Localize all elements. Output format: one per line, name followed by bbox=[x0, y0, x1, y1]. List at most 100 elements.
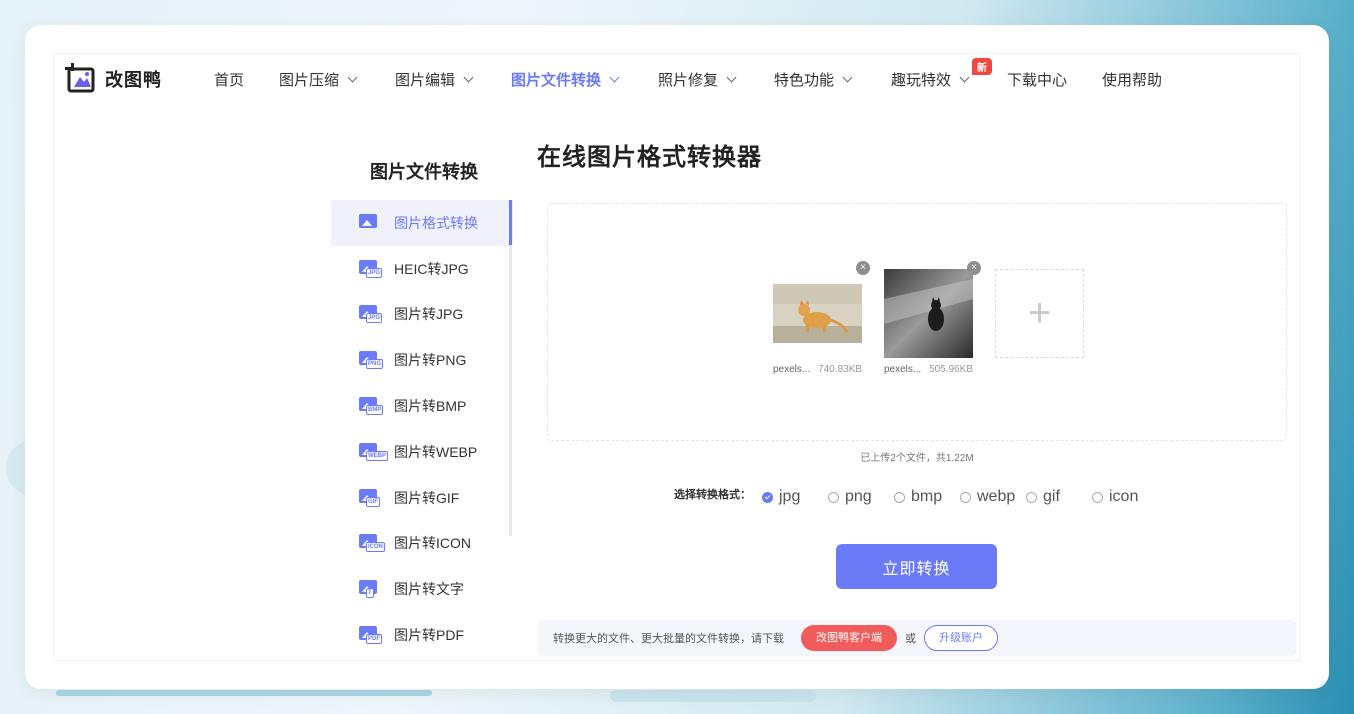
nav-edit[interactable]: 图片编辑 bbox=[395, 69, 474, 90]
sidebar-item-label: 图片格式转换 bbox=[394, 214, 478, 231]
logo-icon bbox=[65, 63, 95, 93]
radio-icon bbox=[894, 491, 905, 503]
sidebar-item-label: 图片转PNG bbox=[394, 352, 467, 369]
format-option-icon[interactable]: icon bbox=[1092, 488, 1138, 506]
sidebar-item-format-convert[interactable]: 图片格式转换 bbox=[331, 200, 513, 246]
nav-download[interactable]: 下载中心 bbox=[1007, 69, 1067, 90]
logo[interactable]: 改图鸭 bbox=[65, 63, 162, 95]
upgrade-account-button[interactable]: 升级账户 bbox=[924, 625, 998, 651]
sidebar-item-label: 图片转WEBP bbox=[394, 443, 478, 460]
image-bmp-icon: BMP bbox=[359, 397, 384, 416]
plus-icon: + bbox=[1027, 291, 1052, 335]
sidebar-item-to-gif[interactable]: GIF 图片转GIF bbox=[331, 475, 513, 521]
nav-label: 首页 bbox=[214, 72, 245, 89]
format-option-label: png bbox=[845, 488, 872, 505]
radio-icon bbox=[828, 491, 839, 503]
nav-label: 图片压缩 bbox=[279, 72, 340, 89]
nav-help[interactable]: 使用帮助 bbox=[1102, 69, 1162, 90]
upsell-bar: 转换更大的文件、更大批量的文件转换，请下载 改图鸭客户端 或 升级账户 bbox=[538, 620, 1296, 656]
chevron-down-icon bbox=[347, 72, 358, 83]
image-gif-icon: GIF bbox=[359, 488, 381, 507]
heic-jpg-icon: JPG bbox=[359, 259, 383, 278]
radio-icon bbox=[1026, 491, 1037, 503]
nav-label: 特色功能 bbox=[774, 72, 835, 89]
sidebar-item-heic-jpg[interactable]: JPG HEIC转JPG bbox=[331, 246, 513, 292]
chevron-down-icon bbox=[609, 72, 620, 83]
file-thumbnail[interactable]: × pexels... 505.96KB bbox=[884, 261, 981, 375]
image-webp-icon: WEBP bbox=[359, 442, 388, 461]
nav-compress[interactable]: 图片压缩 bbox=[279, 69, 358, 90]
background-shape bbox=[610, 690, 816, 702]
file-preview: × bbox=[884, 261, 981, 358]
image-convert-icon bbox=[359, 213, 381, 232]
sidebar-item-label: 图片转ICON bbox=[394, 535, 471, 552]
nav-effects[interactable]: 趣玩特效 bbox=[891, 69, 970, 90]
cat-photo-image bbox=[773, 284, 862, 343]
add-file-button[interactable]: + bbox=[995, 269, 1084, 358]
chevron-down-icon bbox=[726, 72, 737, 83]
sidebar-item-label: 图片转GIF bbox=[394, 489, 460, 506]
radio-checked-icon bbox=[762, 491, 773, 503]
sidebar-item-label: 图片转BMP bbox=[394, 398, 467, 415]
sidebar-item-to-webp[interactable]: WEBP 图片转WEBP bbox=[331, 429, 513, 475]
sidebar-title: 图片文件转换 bbox=[370, 162, 478, 182]
format-option-gif[interactable]: gif bbox=[1026, 488, 1060, 506]
format-selector: 选择转换格式： bbox=[674, 486, 765, 502]
format-option-webp[interactable]: webp bbox=[960, 488, 1015, 506]
sidebar-item-label: 图片转JPG bbox=[394, 306, 464, 323]
image-jpg-icon: JPG bbox=[359, 305, 383, 324]
radio-icon bbox=[960, 491, 971, 503]
download-client-button[interactable]: 改图鸭客户端 bbox=[801, 625, 897, 651]
file-name: pexels... bbox=[884, 364, 922, 375]
file-size: 505.96KB bbox=[929, 364, 973, 375]
sidebar-scrollbar[interactable] bbox=[509, 200, 512, 536]
new-badge: 新 bbox=[972, 58, 992, 75]
brand-name: 改图鸭 bbox=[105, 70, 162, 90]
sidebar-item-to-jpg[interactable]: JPG 图片转JPG bbox=[331, 292, 513, 338]
sidebar-item-to-text[interactable]: T 图片转文字 bbox=[331, 566, 513, 612]
sidebar-item-to-bmp[interactable]: BMP 图片转BMP bbox=[331, 383, 513, 429]
chevron-down-icon bbox=[842, 72, 853, 83]
background-shape bbox=[56, 690, 432, 696]
upsell-text: 转换更大的文件、更大批量的文件转换，请下载 bbox=[553, 633, 784, 645]
format-option-jpg[interactable]: jpg bbox=[762, 488, 800, 506]
chevron-down-icon bbox=[959, 72, 970, 83]
format-option-label: bmp bbox=[911, 488, 943, 505]
nav-label: 趣玩特效 bbox=[891, 72, 952, 89]
upload-area[interactable]: × pexels... 740.83KB × pexels... 505.96K… bbox=[547, 203, 1287, 441]
or-text: 或 bbox=[905, 633, 916, 645]
upload-summary: 已上传2个文件，共1.22M bbox=[860, 453, 974, 464]
sidebar-item-label: 图片转文字 bbox=[394, 581, 464, 598]
format-option-label: gif bbox=[1043, 488, 1060, 505]
image-text-icon: T bbox=[359, 580, 381, 599]
sidebar-item-label: 图片转PDF bbox=[394, 627, 464, 644]
format-option-png[interactable]: png bbox=[828, 488, 872, 506]
nav-features[interactable]: 特色功能 bbox=[774, 69, 853, 90]
nav-label: 图片编辑 bbox=[395, 72, 456, 89]
cat-photo-image bbox=[884, 269, 973, 358]
convert-now-button[interactable]: 立即转换 bbox=[836, 544, 997, 589]
remove-file-icon[interactable]: × bbox=[967, 261, 981, 275]
image-icon-icon: ICON bbox=[359, 534, 385, 553]
sidebar-item-label: HEIC转JPG bbox=[394, 260, 469, 277]
file-thumbnail[interactable]: × pexels... 740.83KB bbox=[773, 261, 870, 375]
nav-convert[interactable]: 图片文件转换 bbox=[511, 69, 620, 90]
format-option-bmp[interactable]: bmp bbox=[894, 488, 942, 506]
nav-label: 图片文件转换 bbox=[511, 72, 602, 89]
sidebar-item-to-icon[interactable]: ICON 图片转ICON bbox=[331, 521, 513, 567]
nav-home[interactable]: 首页 bbox=[214, 69, 244, 90]
file-size: 740.83KB bbox=[818, 364, 862, 375]
format-option-label: icon bbox=[1109, 488, 1139, 505]
remove-file-icon[interactable]: × bbox=[856, 261, 870, 275]
sidebar: 图片格式转换 JPG HEIC转JPG JPG 图片转JPG PNG 图片转PN… bbox=[331, 200, 513, 660]
sidebar-item-to-png[interactable]: PNG 图片转PNG bbox=[331, 337, 513, 383]
chevron-down-icon bbox=[463, 72, 474, 83]
nav-repair[interactable]: 照片修复 bbox=[658, 69, 737, 90]
radio-icon bbox=[1092, 491, 1103, 503]
main-card: 改图鸭 首页 图片压缩 图片编辑 图片文件转换 照片修复 特色功能 趣玩特效 下… bbox=[25, 25, 1329, 689]
format-label: 选择转换格式： bbox=[674, 489, 751, 501]
sidebar-item-to-pdf[interactable]: PDF 图片转PDF bbox=[331, 612, 513, 658]
sidebar-scroll-thumb[interactable] bbox=[509, 200, 512, 245]
format-option-label: webp bbox=[977, 488, 1016, 505]
nav-label: 照片修复 bbox=[658, 72, 719, 89]
